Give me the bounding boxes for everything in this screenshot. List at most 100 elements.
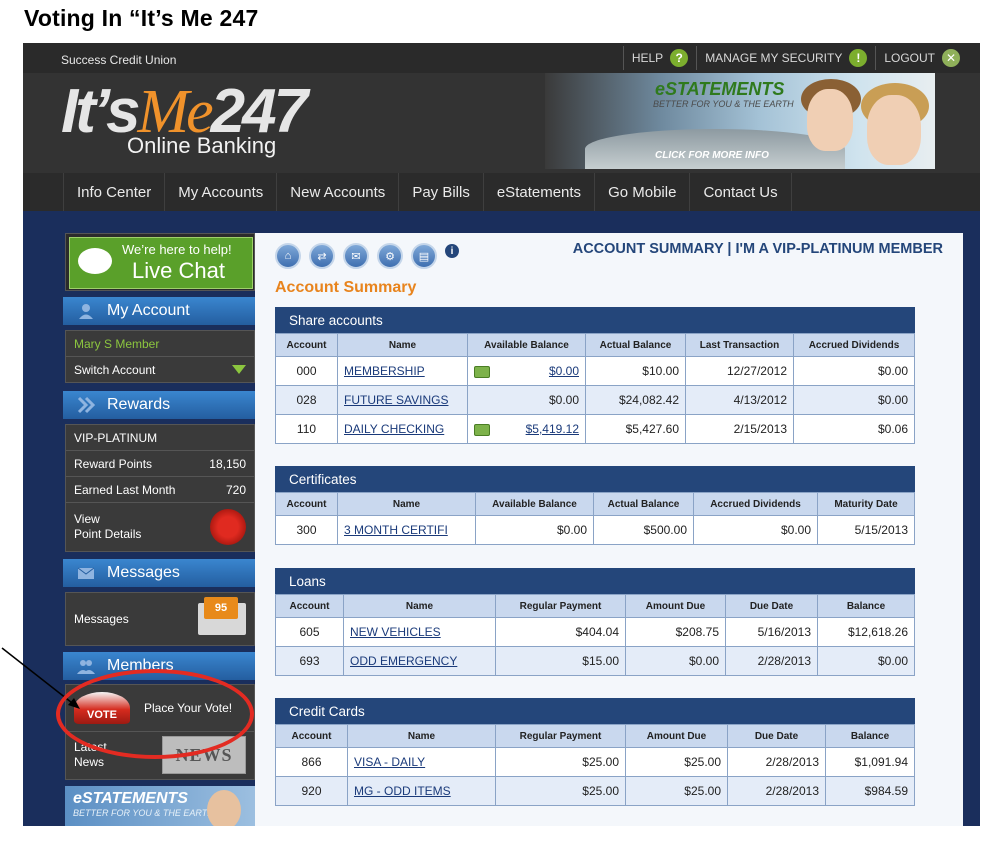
account-name[interactable]: NEW VEHICLES [350, 625, 441, 639]
actual-balance: $500.00 [593, 515, 694, 545]
nav-contact-us[interactable]: Contact Us [690, 173, 792, 211]
nav-info-center[interactable]: Info Center [63, 173, 166, 211]
loans-table: Account Name Regular Payment Amount Due … [275, 594, 915, 676]
banner-person-face [807, 89, 853, 151]
seal-icon [210, 509, 246, 545]
home-icon[interactable]: ⌂ [275, 243, 301, 269]
balance: $12,618.26 [817, 617, 915, 647]
regular-payment: $25.00 [495, 747, 626, 777]
account-name-link[interactable]: NEW VEHICLES [343, 617, 496, 647]
live-chat-button[interactable]: We’re here to help! Live Chat [69, 237, 253, 289]
account-name-link[interactable]: MG - ODD ITEMS [347, 776, 496, 806]
envelope-icon: 95 [198, 597, 246, 635]
logo[interactable]: It’sMe247 Online Banking [61, 81, 308, 159]
balance: $1,091.94 [825, 747, 915, 777]
logo-its: It’s [61, 77, 140, 146]
amount-due: $0.00 [625, 646, 726, 676]
manage-security-link[interactable]: MANAGE MY SECURITY ! [696, 46, 875, 70]
reward-points-value: 18,150 [209, 456, 246, 471]
switch-account-row[interactable]: Switch Account [66, 357, 254, 382]
money-icon[interactable] [474, 366, 490, 378]
main-nav: Info Center My Accounts New Accounts Pay… [23, 173, 980, 211]
rewards-header[interactable]: Rewards [63, 391, 257, 419]
last-transaction: 2/15/2013 [685, 414, 794, 444]
estatements-ad-person [207, 790, 241, 826]
info-icon[interactable]: i [445, 244, 459, 258]
nav-new-accounts[interactable]: New Accounts [277, 173, 400, 211]
account-name-link[interactable]: DAILY CHECKING [337, 414, 468, 444]
account-name[interactable]: VISA - DAILY [354, 755, 425, 769]
news-label: News [74, 755, 105, 769]
rewards-panel: VIP-PLATINUM Reward Points 18,150 Earned … [65, 424, 255, 552]
estatements-banner[interactable]: eSTATEMENTS BETTER FOR YOU & THE EARTH C… [545, 73, 935, 169]
chevron-down-icon[interactable] [232, 365, 246, 374]
account-summary-panel: ⌂ ⇄ ✉ ⚙ ▤ i ACCOUNT SUMMARY | I'M A VIP-… [255, 233, 963, 826]
account-name[interactable]: FUTURE SAVINGS [344, 393, 448, 407]
table-row: 110 DAILY CHECKING $5,419.12 $5,427.60 2… [275, 414, 915, 444]
estatements-sidebar-ad[interactable]: eSTATEMENTS BETTER FOR YOU & THE EARTH [65, 786, 255, 826]
nav-go-mobile[interactable]: Go Mobile [595, 173, 691, 211]
messages-title: Messages [107, 564, 180, 581]
my-account-header[interactable]: My Account [63, 297, 257, 325]
column-header: Accrued Dividends [693, 492, 818, 516]
my-account-title: My Account [107, 302, 190, 319]
transfer-icon[interactable]: ⇄ [309, 243, 335, 269]
column-header: Balance [817, 594, 915, 618]
account-name[interactable]: MG - ODD ITEMS [354, 784, 451, 798]
column-header: Regular Payment [495, 724, 626, 748]
gear-icon[interactable]: ⚙ [377, 243, 403, 269]
account-name-link[interactable]: VISA - DAILY [347, 747, 496, 777]
chat-bubble-icon [78, 248, 112, 274]
logo-subtitle: Online Banking [127, 133, 277, 158]
available-balance-cell: $0.00 [467, 356, 586, 386]
banner-title: eSTATEMENTS [655, 79, 785, 99]
column-header: Name [337, 492, 476, 516]
help-link[interactable]: HELP ? [622, 46, 696, 70]
banner-cta: CLICK FOR MORE INFO [655, 150, 769, 161]
account-name-link[interactable]: 3 MONTH CERTIFI [337, 515, 476, 545]
column-header: Actual Balance [593, 492, 694, 516]
regular-payment: $404.04 [495, 617, 626, 647]
nav-my-accounts[interactable]: My Accounts [165, 173, 278, 211]
table-row: 300 3 MONTH CERTIFI $0.00 $500.00 $0.00 … [275, 515, 915, 545]
mail-icon [77, 567, 95, 579]
logout-link[interactable]: LOGOUT ✕ [875, 46, 968, 70]
chevron-right-icon [77, 396, 95, 414]
share-accounts-section: Share accounts Account Name Available Ba… [275, 307, 915, 444]
banner-subtitle: BETTER FOR YOU & THE EARTH [653, 99, 794, 109]
column-header: Account [275, 333, 338, 357]
messages-header[interactable]: Messages [63, 559, 257, 587]
account-name-link[interactable]: MEMBERSHIP [337, 356, 468, 386]
print-icon[interactable]: ▤ [411, 243, 437, 269]
user-icon [79, 304, 93, 319]
account-name[interactable]: MEMBERSHIP [344, 364, 425, 378]
regular-payment: $15.00 [495, 646, 626, 676]
available-balance[interactable]: $0.00 [549, 364, 579, 378]
table-row: 920 MG - ODD ITEMS $25.00 $25.00 2/28/20… [275, 776, 915, 806]
available-balance[interactable]: $5,419.12 [526, 422, 579, 436]
table-row: 693 ODD EMERGENCY $15.00 $0.00 2/28/2013… [275, 646, 915, 676]
account-name[interactable]: ODD EMERGENCY [350, 654, 457, 668]
account-name-link[interactable]: FUTURE SAVINGS [337, 385, 468, 415]
messages-row[interactable]: Messages 95 [66, 593, 254, 645]
messages-panel[interactable]: Messages 95 [65, 592, 255, 646]
page-title: Voting In “It’s Me 247 [24, 5, 259, 31]
account-name[interactable]: 3 MONTH CERTIFI [344, 523, 448, 537]
table-header-row: Account Name Available Balance Actual Ba… [275, 333, 915, 357]
nav-estatements[interactable]: eStatements [484, 173, 596, 211]
account-name[interactable]: DAILY CHECKING [344, 422, 444, 436]
toolbar: ⌂ ⇄ ✉ ⚙ ▤ i [275, 243, 459, 269]
account-name-link[interactable]: ODD EMERGENCY [343, 646, 496, 676]
loans-title: Loans [275, 568, 915, 594]
rewards-title: Rewards [107, 396, 171, 413]
close-icon: ✕ [942, 49, 960, 67]
mail-icon[interactable]: ✉ [343, 243, 369, 269]
nav-pay-bills[interactable]: Pay Bills [399, 173, 484, 211]
table-row: 866 VISA - DAILY $25.00 $25.00 2/28/2013… [275, 747, 915, 777]
view-point-details[interactable]: View Point Details [66, 503, 254, 551]
amount-due: $25.00 [625, 747, 728, 777]
annotation-red-oval [56, 669, 254, 759]
credit-union-name: Success Credit Union [61, 53, 177, 67]
money-icon[interactable] [474, 424, 490, 436]
column-header: Amount Due [625, 594, 726, 618]
